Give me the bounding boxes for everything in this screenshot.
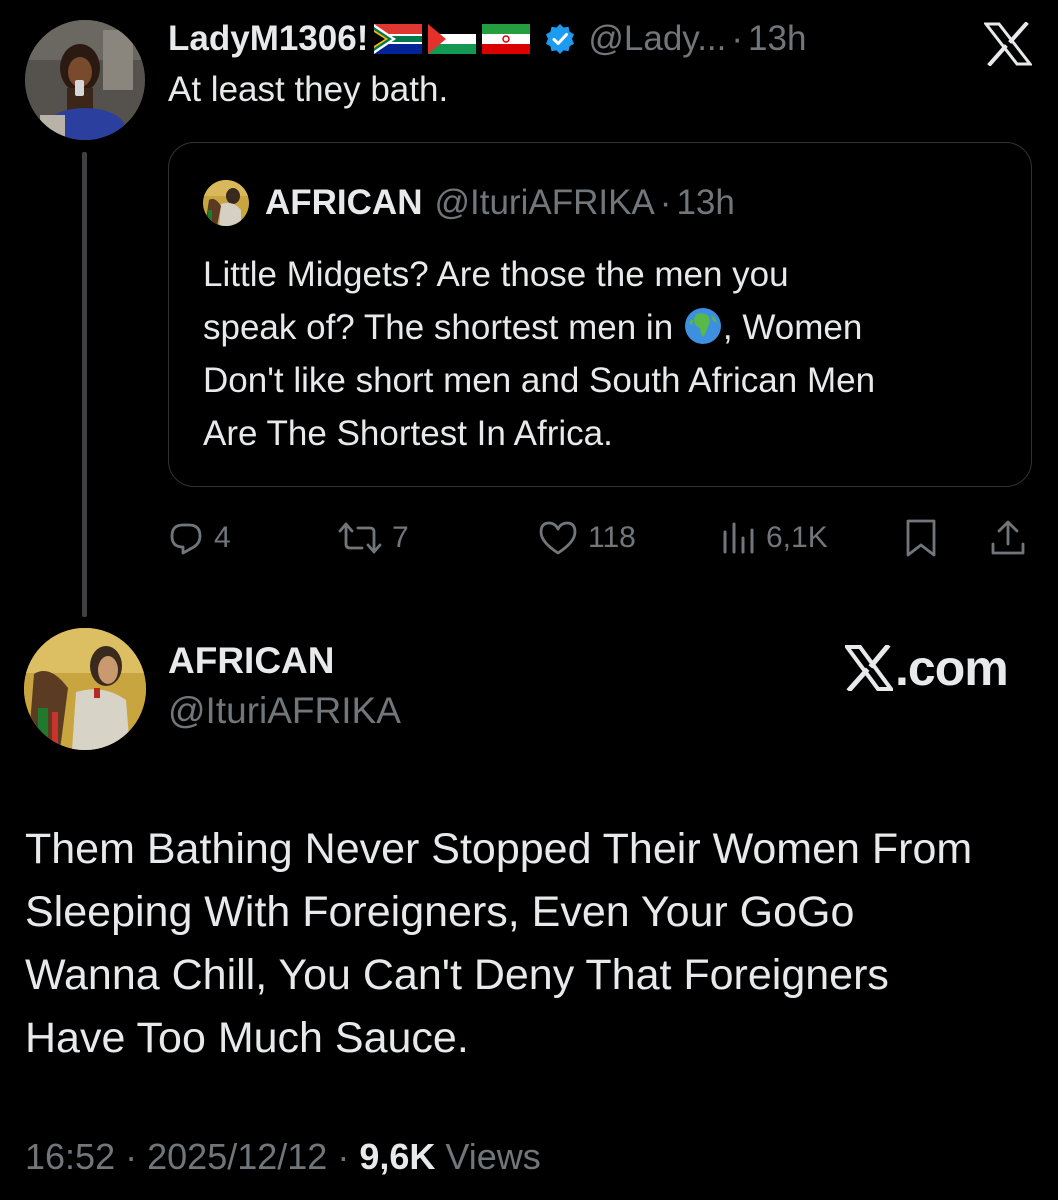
- post-date[interactable]: 2025/12/12: [147, 1136, 327, 1177]
- lady-avatar[interactable]: [25, 20, 145, 140]
- main-display-name[interactable]: AFRICAN: [168, 640, 334, 682]
- separator: ·: [337, 1136, 350, 1177]
- separator: ·: [731, 19, 744, 58]
- main-text-line: Sleeping With Foreigners, Even Your GoGo: [25, 888, 855, 936]
- heart-icon: [539, 521, 577, 555]
- x-com-text: .com: [895, 640, 1009, 696]
- x-logo-icon: [845, 645, 893, 691]
- share-icon: [991, 520, 1025, 555]
- separator: ·: [125, 1136, 138, 1177]
- views-chart-icon: [723, 522, 754, 554]
- reply-handle[interactable]: @Lady...: [588, 19, 726, 59]
- x-com-watermark: .com: [845, 638, 1009, 698]
- repost-icon: [338, 522, 382, 554]
- quoted-handle[interactable]: @IturiAFRIKA: [434, 183, 654, 223]
- action-bar: 4 7 118 6,1K: [168, 510, 1032, 566]
- quoted-time[interactable]: 13h: [676, 183, 734, 223]
- separator: ·: [659, 183, 672, 222]
- verified-badge-icon: [544, 23, 576, 55]
- african-avatar[interactable]: [24, 628, 146, 750]
- reply-display-name[interactable]: LadyM1306!: [168, 19, 368, 59]
- quoted-display-name[interactable]: AFRICAN: [265, 183, 422, 223]
- reply-header: LadyM1306! @Lady... · 13h: [168, 16, 806, 62]
- screenshot: LadyM1306! @Lady... · 13h At least they …: [0, 0, 1058, 1200]
- south-africa-flag-icon: [374, 24, 423, 54]
- main-handle[interactable]: @IturiAFRIKA: [168, 690, 401, 732]
- reply-text: At least they bath.: [168, 70, 449, 109]
- views-count: 6,1K: [766, 521, 828, 554]
- tweet-meta: 16:52 · 2025/12/12 · 9,6K Views: [25, 1136, 541, 1178]
- reply-button[interactable]: 4: [168, 510, 231, 566]
- reply-count: 4: [214, 521, 231, 554]
- palestine-flag-icon: [428, 24, 477, 54]
- quoted-tweet-text: Little Midgets? Are those the men you sp…: [203, 248, 1013, 460]
- repost-button[interactable]: 7: [338, 510, 409, 566]
- like-button[interactable]: 118: [538, 510, 636, 566]
- like-count: 118: [588, 521, 636, 554]
- main-text-line: Have Too Much Sauce.: [25, 1014, 469, 1062]
- quoted-text-segment: speak of? The shortest men in: [203, 308, 674, 347]
- reply-time[interactable]: 13h: [748, 19, 806, 59]
- quoted-avatar[interactable]: [203, 180, 249, 226]
- quoted-tweet-header: AFRICAN @IturiAFRIKA · 13h: [203, 179, 735, 227]
- thread-line: [82, 152, 87, 617]
- main-text-line: Wanna Chill, You Can't Deny That Foreign…: [25, 951, 889, 999]
- iran-flag-icon: [482, 24, 531, 54]
- repost-count: 7: [392, 521, 409, 554]
- share-button[interactable]: [988, 510, 1028, 566]
- post-time[interactable]: 16:52: [25, 1136, 115, 1177]
- quoted-text-segment: , Women: [722, 308, 863, 347]
- views-button[interactable]: 6,1K: [720, 510, 828, 566]
- x-logo-icon: [982, 21, 1034, 67]
- quoted-text-line: Are The Shortest In Africa.: [203, 414, 613, 453]
- bookmark-button[interactable]: [904, 510, 938, 566]
- post-views-label: Views: [445, 1136, 541, 1177]
- globe-africa-icon: [683, 306, 723, 346]
- quoted-text-line: speak of? The shortest men in , Women: [203, 301, 1013, 354]
- reply-icon: [170, 523, 202, 555]
- quoted-tweet-card[interactable]: AFRICAN @IturiAFRIKA · 13h Little Midget…: [168, 142, 1032, 487]
- post-views-count: 9,6K: [359, 1136, 436, 1177]
- main-tweet-text: Them Bathing Never Stopped Their Women F…: [25, 818, 1055, 1070]
- quoted-text-line: Don't like short men and South African M…: [203, 361, 876, 400]
- bookmark-icon: [906, 519, 936, 557]
- main-text-line: Them Bathing Never Stopped Their Women F…: [25, 825, 973, 873]
- quoted-text-line: Little Midgets? Are those the men you: [203, 255, 789, 294]
